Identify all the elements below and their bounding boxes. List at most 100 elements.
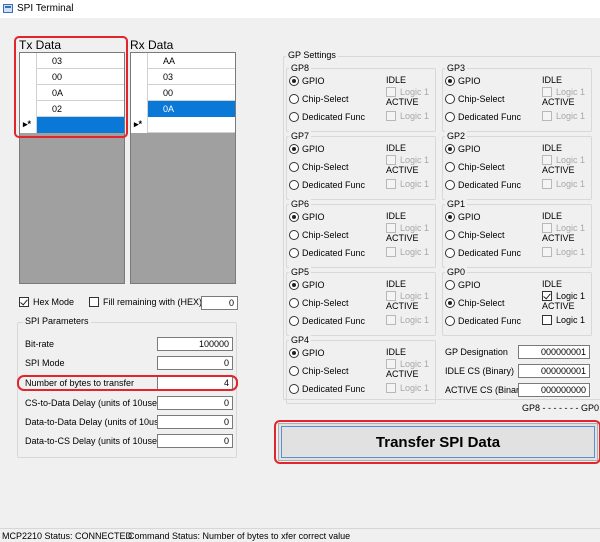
gp8-dedicated-radio[interactable] <box>289 112 299 122</box>
gp1-idle-logic-checkbox[interactable] <box>542 223 552 233</box>
gp-designation-label: ACTIVE CS (Binary) <box>445 385 527 395</box>
gp8-active-logic-label: Logic 1 <box>400 111 430 121</box>
row-header <box>131 101 148 117</box>
gp-designation-input[interactable]: 000000001 <box>518 345 590 359</box>
gp2-active-logic-checkbox[interactable] <box>542 179 552 189</box>
row-header <box>131 85 148 101</box>
gp2-cs-radio[interactable] <box>445 162 455 172</box>
grid-new-row[interactable]: ▸* <box>131 117 235 133</box>
gp8-active-label: ACTIVE <box>386 97 419 107</box>
gp7-gpio-radio[interactable] <box>289 144 299 154</box>
gp1-cs-radio[interactable] <box>445 230 455 240</box>
spi-param-input[interactable]: 100000 <box>157 337 233 351</box>
grid-row[interactable]: 00 <box>131 85 235 101</box>
gp0-idle-label: IDLE <box>542 279 563 289</box>
grid-cell[interactable]: 03 <box>148 69 235 85</box>
gp8-idle-logic-checkbox[interactable] <box>386 87 396 97</box>
grid-row[interactable]: 0A <box>131 101 235 117</box>
gp6-active-logic-checkbox[interactable] <box>386 247 396 257</box>
gp-designation-label: GP Designation <box>445 347 508 357</box>
gp4-gpio-radio[interactable] <box>289 348 299 358</box>
tx-data-highlight <box>14 36 128 138</box>
gp3-active-logic-checkbox[interactable] <box>542 111 552 121</box>
hex-mode-checkbox[interactable] <box>19 297 29 307</box>
spi-param-input[interactable]: 0 <box>157 396 233 410</box>
gp-designation-input[interactable]: 000000001 <box>518 364 590 378</box>
gp7-dedicated-label: Dedicated Func <box>302 180 366 190</box>
gp6-gpio-radio[interactable] <box>289 212 299 222</box>
gp-designation-label: IDLE CS (Binary) <box>445 366 515 376</box>
spi-param-label: SPI Mode <box>25 358 65 368</box>
gp6-dedicated-radio[interactable] <box>289 248 299 258</box>
grid-row[interactable]: 03 <box>131 69 235 85</box>
gp0-dedicated-radio[interactable] <box>445 316 455 326</box>
fill-remaining-checkbox[interactable] <box>89 297 99 307</box>
gp0-cs-label: Chip-Select <box>458 298 505 308</box>
spi-param-input[interactable]: 0 <box>157 434 233 448</box>
bytes-to-transfer-highlight <box>17 375 238 391</box>
gp6-title: GP6 <box>289 199 312 209</box>
spi-param-input[interactable]: 0 <box>157 356 233 370</box>
gp5-idle-logic-checkbox[interactable] <box>386 291 396 301</box>
gp1-active-logic-checkbox[interactable] <box>542 247 552 257</box>
gp8-gpio-radio[interactable] <box>289 76 299 86</box>
gp0-active-logic-label: Logic 1 <box>556 315 586 325</box>
gp3-dedicated-radio[interactable] <box>445 112 455 122</box>
gp5-dedicated-radio[interactable] <box>289 316 299 326</box>
gp4-dedicated-radio[interactable] <box>289 384 299 394</box>
gp2-dedicated-radio[interactable] <box>445 180 455 190</box>
app-window-icon <box>3 4 13 13</box>
grid-cell[interactable]: AA <box>148 53 235 69</box>
spi-param-input[interactable]: 0 <box>157 415 233 429</box>
fill-value-input[interactable]: 0 <box>201 296 238 310</box>
gp0-cs-radio[interactable] <box>445 298 455 308</box>
spi-parameters-title: SPI Parameters <box>23 316 91 326</box>
gp6-cs-radio[interactable] <box>289 230 299 240</box>
gp3-cs-radio[interactable] <box>445 94 455 104</box>
gp5-active-logic-checkbox[interactable] <box>386 315 396 325</box>
gp-designation-input[interactable]: 000000000 <box>518 383 590 397</box>
grid-cell[interactable] <box>148 117 235 133</box>
transfer-button-highlight <box>274 420 600 464</box>
gp7-idle-logic-checkbox[interactable] <box>386 155 396 165</box>
gp-settings-title: GP Settings <box>286 50 338 60</box>
gp8-active-logic-checkbox[interactable] <box>386 111 396 121</box>
gp1-dedicated-radio[interactable] <box>445 248 455 258</box>
gp6-idle-logic-checkbox[interactable] <box>386 223 396 233</box>
gp2-title: GP2 <box>445 131 468 141</box>
gp5-cs-radio[interactable] <box>289 298 299 308</box>
grid-cell[interactable]: 00 <box>148 85 235 101</box>
gp4-cs-radio[interactable] <box>289 366 299 376</box>
gp0-idle-logic-checkbox[interactable] <box>542 291 552 301</box>
gp8-cs-radio[interactable] <box>289 94 299 104</box>
gp0-gpio-radio[interactable] <box>445 280 455 290</box>
gp7-dedicated-radio[interactable] <box>289 180 299 190</box>
rx-data-grid[interactable]: AA 03 00 0A ▸* <box>130 52 236 284</box>
gp3-idle-logic-checkbox[interactable] <box>542 87 552 97</box>
gp4-idle-logic-checkbox[interactable] <box>386 359 396 369</box>
gp6-active-logic-label: Logic 1 <box>400 247 430 257</box>
status-bar: MCP2210 Status: CONNECTED Command Status… <box>0 528 600 542</box>
hex-mode-label: Hex Mode <box>33 297 75 307</box>
grid-cell[interactable]: 0A <box>148 101 235 117</box>
gp4-idle-label: IDLE <box>386 347 407 357</box>
grid-row[interactable]: AA <box>131 53 235 69</box>
gp7-cs-radio[interactable] <box>289 162 299 172</box>
rx-data-label: Rx Data <box>130 38 174 52</box>
gp3-active-logic-label: Logic 1 <box>556 111 586 121</box>
gp8-idle-logic-label: Logic 1 <box>400 87 430 97</box>
spi-param-label: Bit-rate <box>25 339 55 349</box>
gp5-gpio-radio[interactable] <box>289 280 299 290</box>
gp4-active-logic-checkbox[interactable] <box>386 383 396 393</box>
gp2-idle-logic-checkbox[interactable] <box>542 155 552 165</box>
gp6-active-label: ACTIVE <box>386 233 419 243</box>
window-title: SPI Terminal <box>17 3 74 14</box>
gp3-gpio-radio[interactable] <box>445 76 455 86</box>
gp0-active-logic-checkbox[interactable] <box>542 315 552 325</box>
gp7-active-logic-checkbox[interactable] <box>386 179 396 189</box>
gp5-title: GP5 <box>289 267 312 277</box>
gp1-active-logic-label: Logic 1 <box>556 247 586 257</box>
fill-remaining-label: Fill remaining with (HEX): <box>103 297 205 307</box>
gp1-gpio-radio[interactable] <box>445 212 455 222</box>
gp2-gpio-radio[interactable] <box>445 144 455 154</box>
